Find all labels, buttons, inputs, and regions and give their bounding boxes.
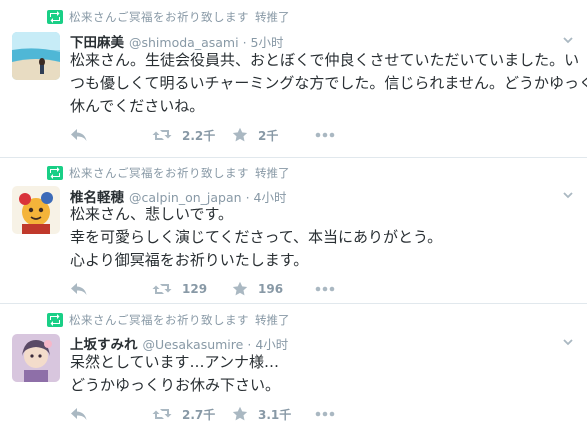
- star-icon: [232, 406, 248, 421]
- tweet-header: 上坂すみれ @Uesakasumire · 4小时: [70, 333, 288, 353]
- chevron-down-icon[interactable]: [563, 190, 573, 200]
- beach-photo-avatar: [12, 32, 60, 80]
- tweet-text-line: どうかゆっくりお休み下さい。: [70, 376, 281, 394]
- reply-icon: [71, 283, 87, 295]
- retweet-icon: [47, 10, 63, 24]
- tweet-text-line: つも優しくて明るいチャーミングな方でした。信じられません。どうかゆっくり: [70, 74, 587, 92]
- tweet-text-line: 松来さん、悲しいです。: [70, 205, 234, 223]
- tweet-2[interactable]: 松来さんご冥福をお祈り致します 转推了 椎名軽穂 @calpin_on_japa…: [0, 158, 587, 304]
- retweet-icon: [152, 284, 172, 294]
- tweet-text: 松来さん。生徒会役員共、おとぼくで仲良くさせていただいていました。い つも優しく…: [70, 49, 587, 118]
- chevron-down-icon[interactable]: [563, 337, 573, 347]
- tweet-text: 呆然としています…アンナ様… どうかゆっくりお休み下さい。: [70, 351, 570, 397]
- username[interactable]: @shimoda_asami: [129, 35, 239, 50]
- retweet-icon: [47, 313, 63, 327]
- retweet-context: 松来さんご冥福をお祈り致します 转推了: [47, 165, 290, 181]
- portrait-photo-avatar: [12, 334, 60, 382]
- retweet-context: 松来さんご冥福をお祈り致します 转推了: [47, 9, 290, 25]
- avatar[interactable]: [12, 334, 60, 382]
- retweet-button[interactable]: 2.2千: [152, 126, 215, 144]
- retweet-count: 2.7千: [182, 407, 216, 422]
- favorite-button[interactable]: 3.1千: [232, 405, 291, 423]
- avatar[interactable]: [12, 186, 60, 234]
- username[interactable]: @Uesakasumire: [143, 337, 244, 352]
- tweet-header: 椎名軽穂 @calpin_on_japan · 4小时: [70, 186, 287, 206]
- character-illustration-avatar: [12, 186, 60, 234]
- reply-icon: [71, 408, 87, 420]
- favorite-button[interactable]: 196: [232, 280, 283, 298]
- retweeted-by-label: 转推了: [255, 10, 290, 24]
- retweet-context: 松来さんご冥福をお祈り致します 转推了: [47, 312, 290, 328]
- star-icon: [232, 281, 248, 296]
- tweet-3[interactable]: 松来さんご冥福をお祈り致します 转推了 上坂すみれ @Uesakasumire …: [0, 304, 587, 425]
- retweet-hashtag-label[interactable]: 松来さんご冥福をお祈り致します: [69, 312, 249, 328]
- more-dots-icon: [315, 411, 335, 417]
- tweet-text-line: 休んでくださいね。: [70, 97, 205, 115]
- display-name[interactable]: 上坂すみれ: [70, 333, 138, 353]
- chevron-down-icon[interactable]: [563, 35, 573, 45]
- retweet-icon: [152, 409, 172, 419]
- retweet-count: 2.2千: [182, 128, 216, 143]
- reply-button[interactable]: [70, 405, 88, 423]
- more-button[interactable]: [315, 126, 335, 144]
- favorite-count: 196: [258, 282, 284, 296]
- tweet-actions: 2.2千 2千: [70, 126, 370, 144]
- retweet-button[interactable]: 129: [152, 280, 207, 298]
- more-dots-icon: [315, 286, 335, 292]
- display-name[interactable]: 下田麻美: [70, 31, 124, 51]
- favorite-count: 2千: [258, 128, 279, 143]
- tweet-actions: 2.7千 3.1千: [70, 405, 370, 423]
- more-button[interactable]: [315, 280, 335, 298]
- retweet-hashtag-label[interactable]: 松来さんご冥福をお祈り致します: [69, 165, 249, 181]
- separator: ·: [247, 337, 252, 352]
- tweet-header: 下田麻美 @shimoda_asami · 5小时: [70, 31, 284, 51]
- retweeted-by-label: 转推了: [255, 313, 290, 327]
- separator: ·: [242, 35, 247, 50]
- tweet-text-line: 呆然としています…アンナ様…: [70, 353, 279, 371]
- reply-button[interactable]: [70, 280, 88, 298]
- star-icon: [232, 127, 248, 142]
- reply-icon: [71, 129, 87, 141]
- more-button[interactable]: [315, 405, 335, 423]
- tweet-text-line: 心より御冥福をお祈りいたします。: [70, 251, 309, 269]
- tweet-text-line: 松来さん。生徒会役員共、おとぼくで仲良くさせていただいていました。い: [70, 51, 580, 69]
- retweet-button[interactable]: 2.7千: [152, 405, 215, 423]
- tweet-1[interactable]: 松来さんご冥福をお祈り致します 转推了 下田麻美 @shimoda_asami …: [0, 0, 587, 150]
- retweeted-by-label: 转推了: [255, 166, 290, 180]
- tweet-actions: 129 196: [70, 280, 370, 298]
- retweet-hashtag-label[interactable]: 松来さんご冥福をお祈り致します: [69, 9, 249, 25]
- more-dots-icon: [315, 132, 335, 138]
- reply-button[interactable]: [70, 126, 88, 144]
- tweet-text: 松来さん、悲しいです。 幸を可愛らしく演じてくださって、本当にありがとう。 心よ…: [70, 203, 570, 272]
- favorite-button[interactable]: 2千: [232, 126, 278, 144]
- avatar[interactable]: [12, 32, 60, 80]
- retweet-count: 129: [182, 282, 208, 296]
- favorite-count: 3.1千: [258, 407, 292, 422]
- retweet-icon: [152, 130, 172, 140]
- tweet-text-line: 幸を可愛らしく演じてくださって、本当にありがとう。: [70, 228, 443, 246]
- retweet-icon: [47, 166, 63, 180]
